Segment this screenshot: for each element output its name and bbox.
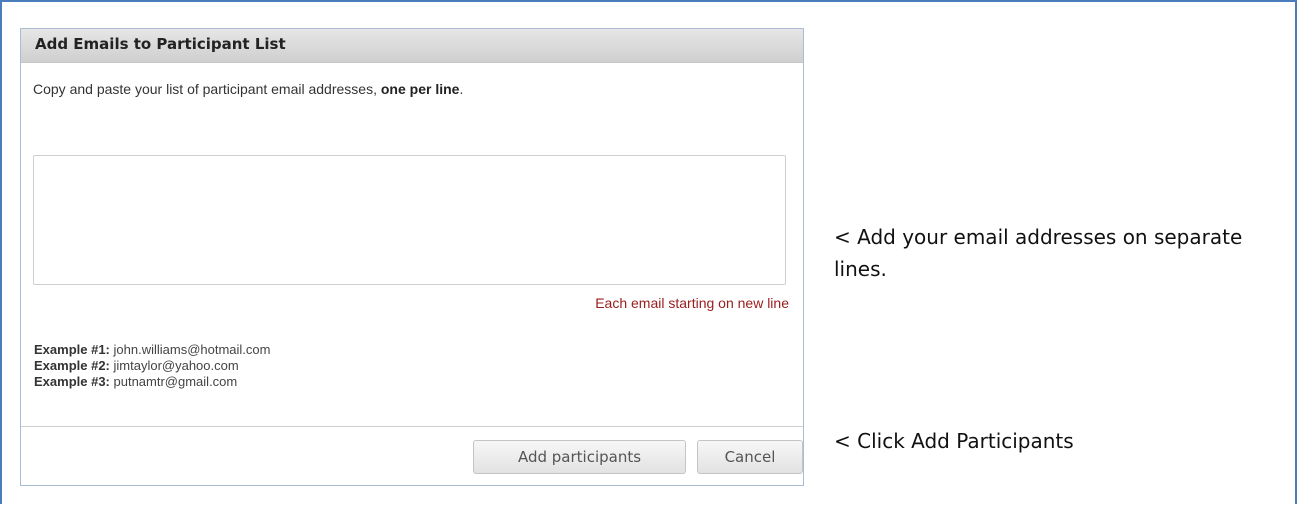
- email-list-textarea[interactable]: [33, 155, 786, 285]
- examples-list: Example #1: john.williams@hotmail.com Ex…: [34, 342, 270, 390]
- instruction-prefix: Copy and paste your list of participant …: [33, 81, 381, 97]
- instruction-text: Copy and paste your list of participant …: [33, 81, 463, 97]
- add-participants-button[interactable]: Add participants: [473, 440, 686, 474]
- dialog-title: Add Emails to Participant List: [21, 29, 803, 63]
- new-line-hint: Each email starting on new line: [595, 295, 789, 311]
- example-email: putnamtr@gmail.com: [113, 374, 238, 389]
- cancel-button[interactable]: Cancel: [697, 440, 803, 474]
- footer-divider: [21, 426, 803, 427]
- add-emails-dialog: Add Emails to Participant List Copy and …: [20, 28, 804, 486]
- annotation-add-emails: < Add your email addresses on separate l…: [834, 225, 1243, 281]
- annotation-click-add: < Click Add Participants: [834, 429, 1074, 453]
- example-row: Example #2: jimtaylor@yahoo.com: [34, 358, 270, 374]
- instruction-suffix: .: [459, 81, 464, 97]
- example-label: Example #3:: [34, 374, 110, 389]
- example-email: john.williams@hotmail.com: [113, 342, 271, 357]
- example-row: Example #1: john.williams@hotmail.com: [34, 342, 270, 358]
- example-row: Example #3: putnamtr@gmail.com: [34, 374, 270, 390]
- example-label: Example #1:: [34, 342, 110, 357]
- instruction-bold: one per line: [380, 81, 460, 97]
- example-email: jimtaylor@yahoo.com: [113, 358, 239, 373]
- example-label: Example #2:: [34, 358, 110, 373]
